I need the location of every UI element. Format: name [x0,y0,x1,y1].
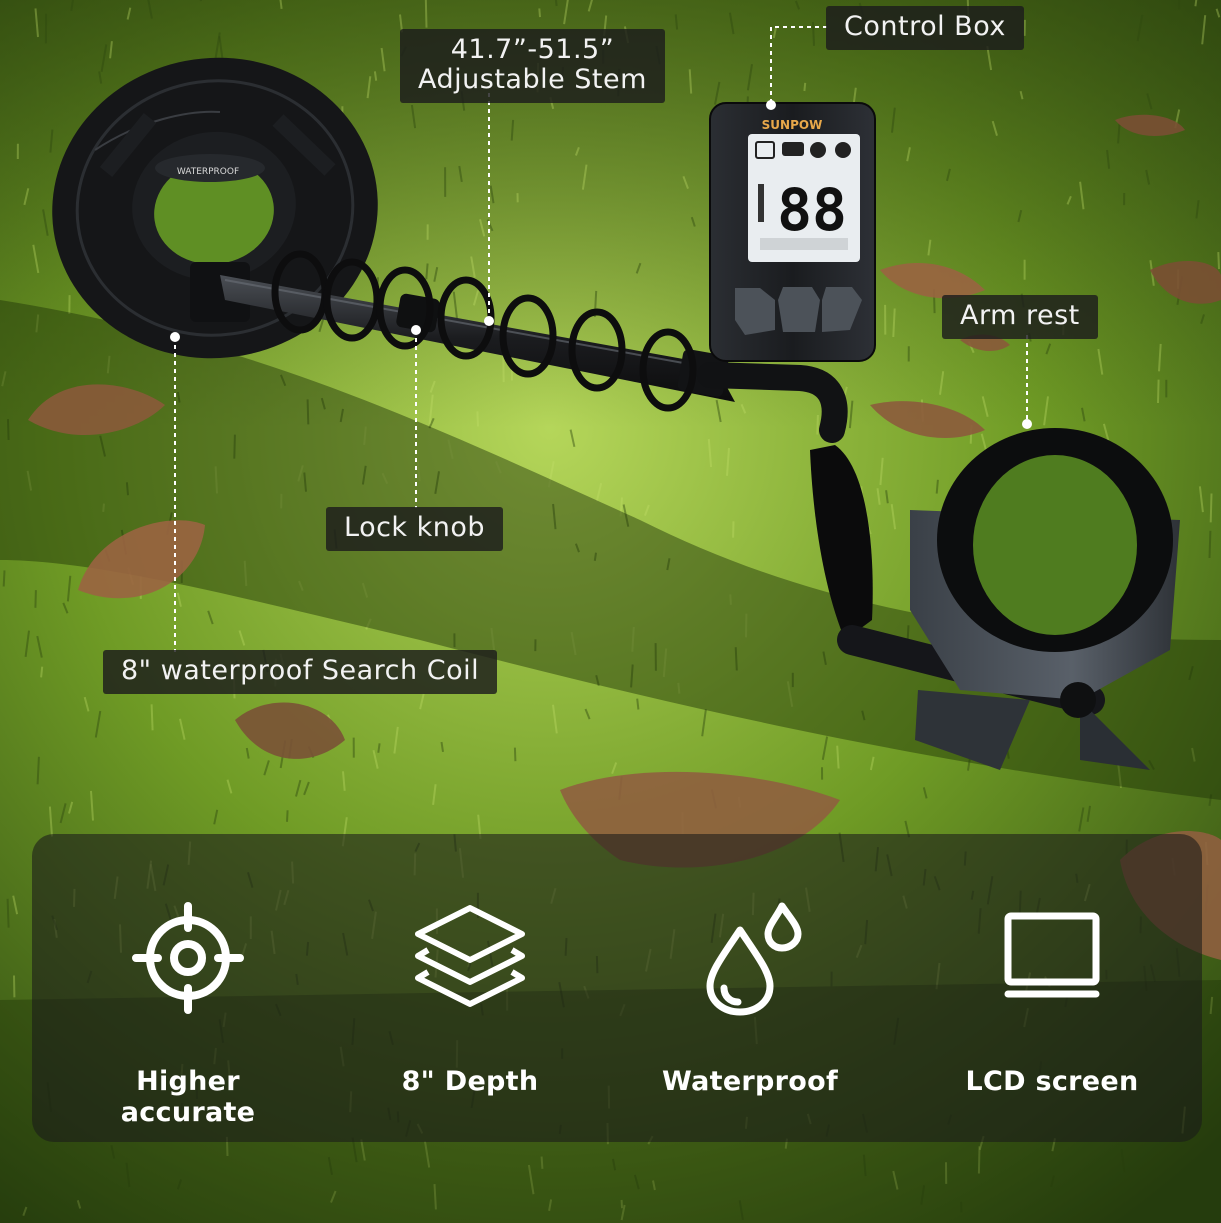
search-coil-callout: 8" waterproof Search Coil [103,650,498,695]
stem-length-range: 41.7”-51.5” [450,34,615,65]
feature-lcd-screen: LCD screen [932,834,1172,1142]
monitor-icon [992,898,1112,1018]
feature-higher-accurate: Higher accurate [68,834,308,1142]
control-box: SUNPOW 88 [709,102,876,362]
feature-waterproof: Waterproof [630,834,870,1142]
layers-icon [410,898,530,1018]
control-box-callout: Control Box [826,6,1024,51]
lcd-digits: 88 [777,176,847,244]
feature-label: LCD screen [965,1066,1139,1097]
feature-label: Waterproof [661,1066,839,1097]
feature-panel: Higher accurate 8" Depth Waterproof LCD … [32,834,1202,1142]
water-drops-icon [690,898,810,1018]
target-icon [128,898,248,1018]
feature-label: 8" Depth [401,1066,539,1097]
feature-depth: 8" Depth [350,834,590,1142]
coil-brand-text: WATERPROOF [177,167,239,177]
product-photo: WATERPROOF SUNPOW 88 Control Box 41.7”-5… [0,0,1221,1223]
arm-rest-callout: Arm rest [942,295,1098,340]
feature-label: Higher accurate [120,1066,256,1128]
lock-knob-callout: Lock knob [326,507,504,552]
adjustable-stem-callout: 41.7”-51.5” Adjustable Stem [400,29,665,104]
stem-label: Adjustable Stem [418,64,647,96]
brand-logo: SUNPOW [762,118,823,132]
